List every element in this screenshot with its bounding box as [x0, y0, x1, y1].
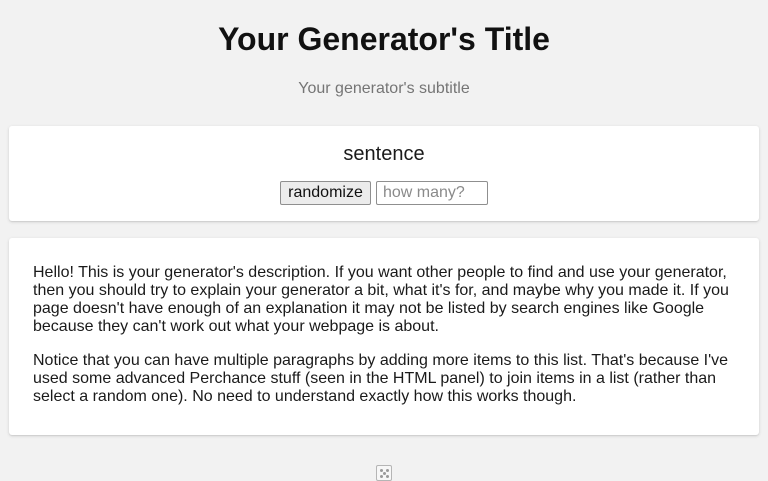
page-title: Your Generator's Title: [218, 21, 550, 57]
output-controls: randomize: [9, 181, 759, 205]
page-subtitle: Your generator's subtitle: [298, 80, 470, 97]
output-card: sentence randomize: [9, 126, 759, 221]
dice-icon[interactable]: [376, 465, 392, 481]
how-many-input[interactable]: [376, 181, 488, 205]
description-paragraph: Notice that you can have multiple paragr…: [33, 352, 729, 405]
generated-output: sentence: [343, 143, 425, 165]
randomize-button[interactable]: randomize: [280, 181, 371, 205]
description-card: Hello! This is your generator's descript…: [9, 238, 759, 435]
description-paragraph: Hello! This is your generator's descript…: [33, 264, 729, 335]
